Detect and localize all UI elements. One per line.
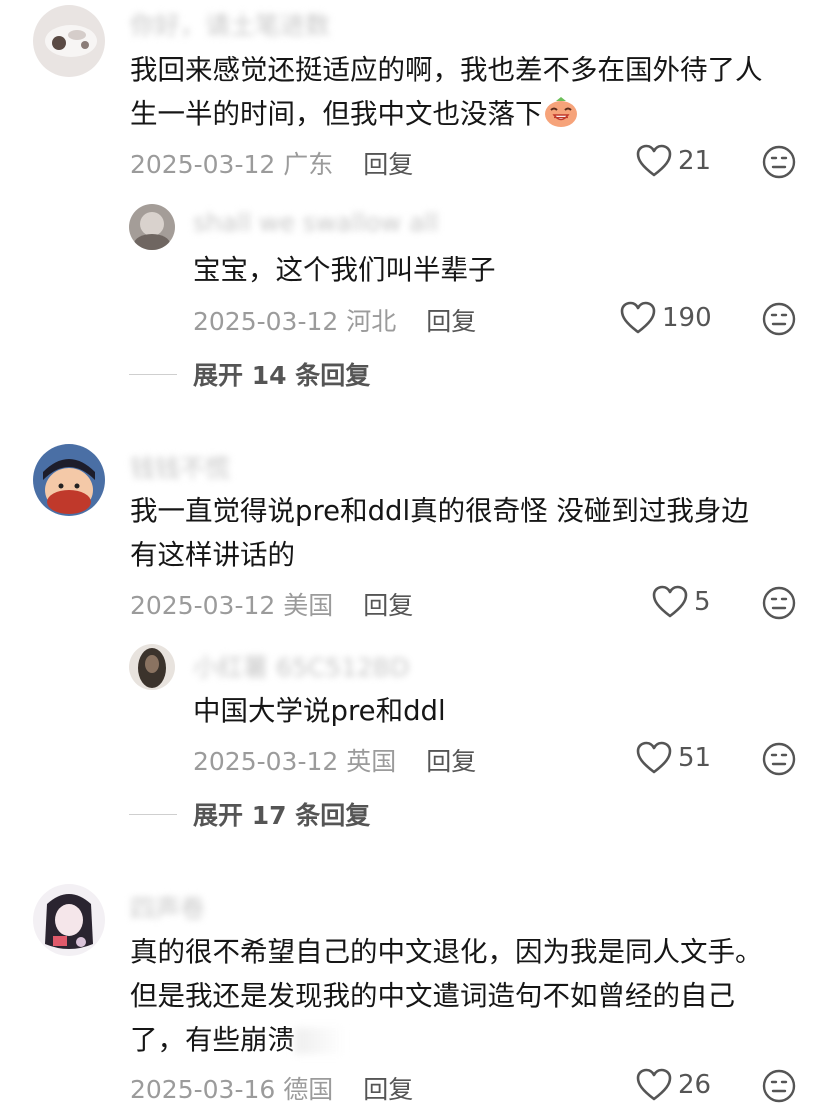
comment-location: 广东 <box>283 150 334 179</box>
comment-text-line-content: 生一半的时间，但我中文也没落下 <box>130 98 543 130</box>
reply-meta: 2025-03-12 河北 回复 <box>193 302 476 338</box>
comment-meta: 2025-03-12 美国 回复 <box>130 586 413 622</box>
comment-text-line: 生一半的时间，但我中文也没落下 <box>130 92 579 136</box>
reply-button[interactable]: 回复 <box>426 747 476 776</box>
reply-button[interactable]: 回复 <box>426 307 476 336</box>
like-button[interactable]: 51 <box>636 741 711 775</box>
avatar[interactable] <box>33 5 105 77</box>
comment-text-line: 我回来感觉还挺适应的啊，我也差不多在国外待了人 <box>130 54 763 86</box>
expand-replies-button[interactable]: 展开 14 条回复 <box>129 356 370 392</box>
reply-text: 中国大学说pre和ddl <box>193 695 446 727</box>
reply-username[interactable]: shall we swallow all <box>193 208 438 237</box>
reply-location: 英国 <box>346 747 397 776</box>
reply-date: 2025-03-12 <box>193 747 339 776</box>
comment-date: 2025-03-12 <box>130 150 276 179</box>
comment-meta: 2025-03-12 广东 回复 <box>130 145 413 181</box>
reply-meta: 2025-03-12 英国 回复 <box>193 742 476 778</box>
heart-outline-icon <box>636 741 672 775</box>
divider <box>129 373 177 375</box>
like-button[interactable]: 21 <box>636 144 711 178</box>
comment-date: 2025-03-12 <box>130 591 276 620</box>
comment-username[interactable]: 钱钱不慌 <box>130 449 230 485</box>
heart-outline-icon <box>636 144 672 178</box>
like-count: 51 <box>678 743 712 773</box>
comment-username[interactable]: 你好，请土笔进数 <box>130 6 330 42</box>
neutral-face-icon[interactable] <box>762 145 796 179</box>
reply-button[interactable]: 回复 <box>363 1075 413 1104</box>
like-button[interactable]: 190 <box>620 301 712 335</box>
avatar[interactable] <box>129 644 175 690</box>
reply-button[interactable]: 回复 <box>363 150 413 179</box>
comment-meta: 2025-03-16 德国 回复 <box>130 1070 413 1106</box>
comment-text-line: 了，有些崩溃 <box>130 1018 345 1062</box>
comment-location: 德国 <box>283 1075 334 1104</box>
avatar[interactable] <box>33 444 105 516</box>
comment-text-line-content: 了，有些崩溃 <box>130 1024 295 1056</box>
comment-location: 美国 <box>283 591 334 620</box>
like-button[interactable]: 26 <box>636 1068 711 1102</box>
comment-text-line: 真的很不希望自己的中文退化，因为我是同人文手。 <box>130 936 763 968</box>
reply-location: 河北 <box>346 307 397 336</box>
heart-outline-icon <box>652 585 688 619</box>
expand-replies-label: 展开 14 条回复 <box>193 361 371 390</box>
like-count: 26 <box>678 1070 712 1100</box>
neutral-face-icon[interactable] <box>762 302 796 336</box>
reply-date: 2025-03-12 <box>193 307 339 336</box>
heart-outline-icon <box>636 1068 672 1102</box>
avatar[interactable] <box>33 884 105 956</box>
neutral-face-icon[interactable] <box>762 586 796 620</box>
reply-text: 宝宝，这个我们叫半辈子 <box>193 254 496 286</box>
like-button[interactable]: 5 <box>652 585 711 619</box>
comment-text-line: 我一直觉得说pre和ddl真的很奇怪 没碰到过我身边 <box>130 495 749 527</box>
heart-outline-icon <box>620 301 656 335</box>
like-count: 21 <box>678 146 712 176</box>
avatar[interactable] <box>129 204 175 250</box>
comment-text-line: 有这样讲话的 <box>130 539 295 571</box>
blurred-sticker <box>295 1028 345 1054</box>
divider <box>129 813 177 815</box>
neutral-face-icon[interactable] <box>762 742 796 776</box>
comment-username[interactable]: 四声卷 <box>130 889 205 925</box>
comment-date: 2025-03-16 <box>130 1075 276 1104</box>
like-count: 5 <box>694 587 711 617</box>
expand-replies-label: 展开 17 条回复 <box>193 801 371 830</box>
comment-text-line: 但是我还是发现我的中文遣词造句不如曾经的自己 <box>130 980 735 1012</box>
reply-username[interactable]: 小红薯 65C512BD <box>193 648 409 684</box>
like-count: 190 <box>662 303 712 333</box>
reply-button[interactable]: 回复 <box>363 591 413 620</box>
expand-replies-button[interactable]: 展开 17 条回复 <box>129 796 370 832</box>
neutral-face-icon[interactable] <box>762 1069 796 1103</box>
laughing-face-emoji <box>544 97 577 127</box>
